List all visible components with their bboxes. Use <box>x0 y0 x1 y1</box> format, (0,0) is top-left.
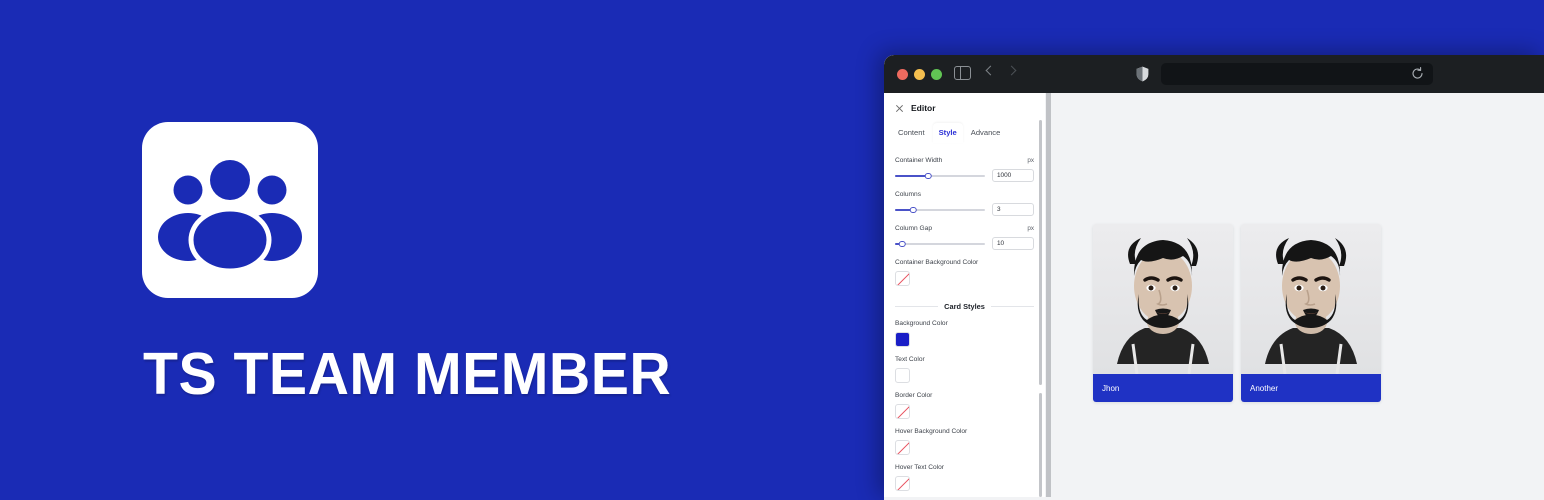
card-styles-divider: Card Styles <box>895 302 1035 311</box>
reload-icon[interactable] <box>1411 67 1424 80</box>
card-name: Jhon <box>1102 383 1120 393</box>
text-color-swatch[interactable] <box>895 368 910 383</box>
editor-title: Editor <box>911 103 936 113</box>
column-gap-input[interactable]: 10 <box>992 237 1034 250</box>
url-input[interactable] <box>1161 63 1433 85</box>
preview-canvas: Jhon Another <box>1045 93 1544 500</box>
field-columns: Columns <box>895 191 1034 198</box>
card-footer: Jhon <box>1093 374 1233 402</box>
field-label: Border Color <box>895 392 933 399</box>
background-color-swatch[interactable] <box>895 332 910 347</box>
container-background-color-swatch[interactable] <box>895 271 910 286</box>
page-scrollbar[interactable] <box>1046 93 1051 497</box>
editor-scroll-area: Container Width px 1000 Columns 3 Column… <box>884 143 1045 497</box>
container-width-input[interactable]: 1000 <box>992 169 1034 182</box>
page-title: TS TEAM MEMBER <box>143 341 672 407</box>
brand-logo <box>142 122 318 298</box>
close-icon[interactable] <box>895 104 904 113</box>
field-container-width: Container Width px <box>895 157 1034 164</box>
chevron-left-icon[interactable] <box>985 65 996 76</box>
window-zoom-button[interactable] <box>931 69 942 80</box>
team-card[interactable]: Jhon <box>1093 224 1233 402</box>
slider-thumb[interactable] <box>909 206 917 213</box>
people-group-icon <box>158 160 302 274</box>
field-container-background-color: Container Background Color <box>895 259 1034 266</box>
divider-line <box>990 306 1035 307</box>
tab-content[interactable]: Content <box>892 123 931 143</box>
field-label: Container Width <box>895 157 943 164</box>
section-title: Card Styles <box>944 302 985 311</box>
field-column-gap: Column Gap px <box>895 225 1034 232</box>
hover-text-color-swatch[interactable] <box>895 476 910 491</box>
field-border-color: Border Color <box>895 392 1034 399</box>
editor-panel: Editor Content Style Advance Container W… <box>884 93 1045 497</box>
divider-line <box>895 306 939 307</box>
border-color-swatch[interactable] <box>895 404 910 419</box>
portrait-photo <box>1241 224 1381 374</box>
field-label: Column Gap <box>895 225 933 232</box>
slider-thumb[interactable] <box>925 172 932 179</box>
shield-icon[interactable] <box>1136 66 1149 82</box>
slider-fill <box>895 175 929 177</box>
columns-row: 3 <box>895 203 1034 216</box>
field-label: Text Color <box>895 356 925 363</box>
portrait-photo <box>1093 224 1233 374</box>
container-width-row: 1000 <box>895 169 1034 182</box>
card-footer: Another <box>1241 374 1381 402</box>
field-unit: px <box>1027 225 1034 232</box>
browser-toolbar <box>884 55 1544 93</box>
columns-slider[interactable] <box>895 205 985 214</box>
window-close-button[interactable] <box>897 69 908 80</box>
slider-thumb[interactable] <box>898 240 906 247</box>
column-gap-slider[interactable] <box>895 239 985 248</box>
card-name: Another <box>1250 383 1279 393</box>
field-label: Container Background Color <box>895 259 979 266</box>
editor-header: Editor <box>884 93 1045 121</box>
column-gap-row: 10 <box>895 237 1034 250</box>
tab-style[interactable]: Style <box>932 123 963 143</box>
team-card[interactable]: Another <box>1241 224 1381 402</box>
hover-background-color-swatch[interactable] <box>895 440 910 455</box>
editor-tabs: Content Style Advance <box>884 121 1045 143</box>
sidebar-toggle-icon[interactable] <box>954 65 971 81</box>
field-label: Hover Text Color <box>895 464 944 471</box>
window-minimize-button[interactable] <box>914 69 925 80</box>
browser-content: Jhon Another Editor Content Style Advanc… <box>884 93 1544 500</box>
field-background-color: Background Color <box>895 320 1034 327</box>
brand-panel: TS TEAM MEMBER <box>0 0 884 500</box>
slider-track <box>895 243 985 245</box>
team-cards-container: Jhon Another <box>1093 224 1381 402</box>
container-width-slider[interactable] <box>895 171 985 180</box>
browser-window: Jhon Another Editor Content Style Advanc… <box>884 55 1544 500</box>
editor-panel-scrollbar-lower[interactable] <box>1039 393 1042 497</box>
field-hover-text-color: Hover Text Color <box>895 464 1034 471</box>
editor-panel-scrollbar[interactable] <box>1039 120 1042 385</box>
columns-input[interactable]: 3 <box>992 203 1034 216</box>
field-hover-background-color: Hover Background Color <box>895 428 1034 435</box>
field-label: Background Color <box>895 320 948 327</box>
chevron-right-icon[interactable] <box>1006 65 1017 76</box>
field-label: Columns <box>895 191 922 198</box>
field-text-color: Text Color <box>895 356 1034 363</box>
field-label: Hover Background Color <box>895 428 968 435</box>
tab-advance[interactable]: Advance <box>965 123 1007 143</box>
field-unit: px <box>1027 157 1034 164</box>
